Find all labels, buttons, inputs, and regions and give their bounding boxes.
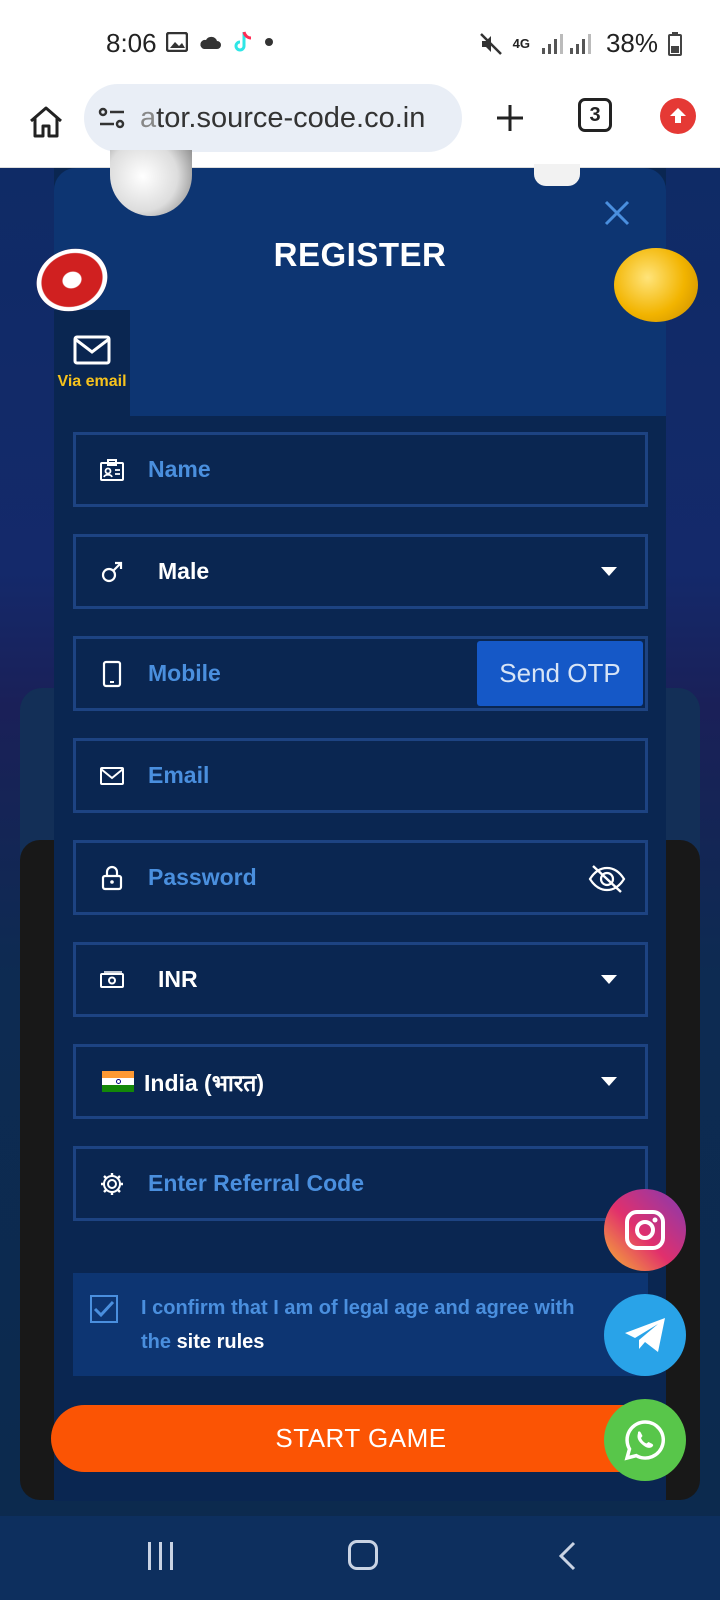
plus-icon bbox=[497, 105, 523, 131]
password-field[interactable]: Password bbox=[73, 840, 648, 915]
whatsapp-button[interactable] bbox=[604, 1399, 686, 1481]
password-placeholder: Password bbox=[148, 864, 257, 890]
currency-value: INR bbox=[158, 966, 198, 992]
agree-checkbox[interactable] bbox=[90, 1295, 118, 1323]
status-right: 4G 38% bbox=[479, 28, 682, 59]
address-bar[interactable]: ator.source-code.co.in bbox=[84, 84, 462, 152]
url-text: ator.source-code.co.in bbox=[140, 102, 425, 135]
tab-via-email[interactable]: Via email bbox=[54, 310, 130, 416]
site-settings-icon[interactable] bbox=[98, 107, 126, 129]
new-tab-button[interactable] bbox=[486, 94, 534, 142]
eye-off-icon bbox=[588, 865, 626, 893]
home-nav-button[interactable] bbox=[348, 1540, 378, 1570]
tabs-button[interactable]: 3 bbox=[578, 98, 612, 132]
network-label: 4G bbox=[512, 36, 530, 51]
url-domain: tor.source-code.co.in bbox=[156, 101, 426, 134]
instagram-button[interactable] bbox=[604, 1189, 686, 1271]
chevron-down-icon bbox=[601, 1077, 617, 1086]
toggle-password-button[interactable] bbox=[587, 859, 627, 899]
whatsapp-icon bbox=[624, 1420, 666, 1461]
mobile-placeholder: Mobile bbox=[148, 660, 221, 686]
agree-section: I confirm that I am of legal age and agr… bbox=[73, 1273, 648, 1376]
country-select[interactable]: India (भारत) bbox=[73, 1044, 648, 1119]
chevron-down-icon bbox=[601, 567, 617, 576]
dot-icon bbox=[265, 38, 273, 46]
name-field[interactable]: Name bbox=[73, 432, 648, 507]
email-placeholder: Email bbox=[148, 762, 210, 788]
status-bar: 8:06 4G 38% bbox=[0, 0, 720, 84]
send-otp-button[interactable]: Send OTP bbox=[477, 641, 643, 706]
cloud-icon bbox=[200, 36, 221, 49]
system-nav-bar bbox=[0, 1516, 720, 1600]
close-button[interactable] bbox=[600, 196, 634, 230]
mail-icon bbox=[73, 335, 111, 365]
flag-india-icon bbox=[102, 1070, 134, 1093]
email-field[interactable]: Email bbox=[73, 738, 648, 813]
cash-icon bbox=[100, 970, 124, 988]
mute-icon bbox=[479, 32, 502, 55]
update-icon bbox=[670, 108, 686, 123]
agree-text: I confirm that I am of legal age and agr… bbox=[141, 1291, 601, 1359]
instagram-icon bbox=[625, 1210, 665, 1250]
mail-icon bbox=[100, 766, 124, 785]
gender-select[interactable]: Male bbox=[73, 534, 648, 609]
home-button[interactable] bbox=[22, 98, 70, 146]
name-placeholder: Name bbox=[148, 456, 211, 482]
battery-icon bbox=[668, 31, 682, 56]
chevron-down-icon bbox=[601, 975, 617, 984]
url-prefix: a bbox=[140, 101, 157, 134]
gender-value: Male bbox=[158, 558, 210, 584]
register-modal: REGISTER Via email Name Male Mobile Send… bbox=[51, 168, 671, 1501]
mobile-field[interactable]: Mobile Send OTP bbox=[73, 636, 648, 711]
notification-icons bbox=[166, 30, 274, 54]
site-rules-link[interactable]: site rules bbox=[177, 1331, 265, 1353]
back-icon[interactable] bbox=[554, 1540, 582, 1572]
id-card-icon bbox=[100, 458, 124, 481]
lock-icon bbox=[101, 865, 123, 890]
dice-decoration bbox=[534, 164, 580, 186]
home-icon bbox=[30, 106, 62, 138]
status-time: 8:06 bbox=[106, 28, 157, 58]
battery-label: 38% bbox=[605, 28, 658, 58]
coin-decoration bbox=[614, 248, 698, 322]
check-icon bbox=[93, 1300, 115, 1318]
tiktok-icon bbox=[234, 31, 252, 52]
recent-apps-button[interactable] bbox=[148, 1542, 173, 1570]
referral-field[interactable]: Enter Referral Code bbox=[73, 1146, 648, 1221]
phone-icon bbox=[102, 660, 122, 687]
signal-icon bbox=[541, 33, 591, 54]
close-icon bbox=[604, 200, 630, 226]
country-value: India (भारत) bbox=[144, 1069, 265, 1096]
start-game-button[interactable]: START GAME bbox=[51, 1405, 671, 1472]
browser-toolbar: ator.source-code.co.in 3 bbox=[0, 84, 720, 168]
gear-icon bbox=[101, 1172, 123, 1195]
male-icon bbox=[101, 561, 123, 582]
image-icon bbox=[166, 32, 188, 52]
tab-via-email-label: Via email bbox=[57, 373, 127, 390]
referral-placeholder: Enter Referral Code bbox=[148, 1170, 365, 1196]
modal-title: REGISTER bbox=[273, 236, 447, 273]
update-button[interactable] bbox=[660, 98, 696, 134]
telegram-icon bbox=[625, 1318, 665, 1352]
currency-select[interactable]: INR bbox=[73, 942, 648, 1017]
telegram-button[interactable] bbox=[604, 1294, 686, 1376]
